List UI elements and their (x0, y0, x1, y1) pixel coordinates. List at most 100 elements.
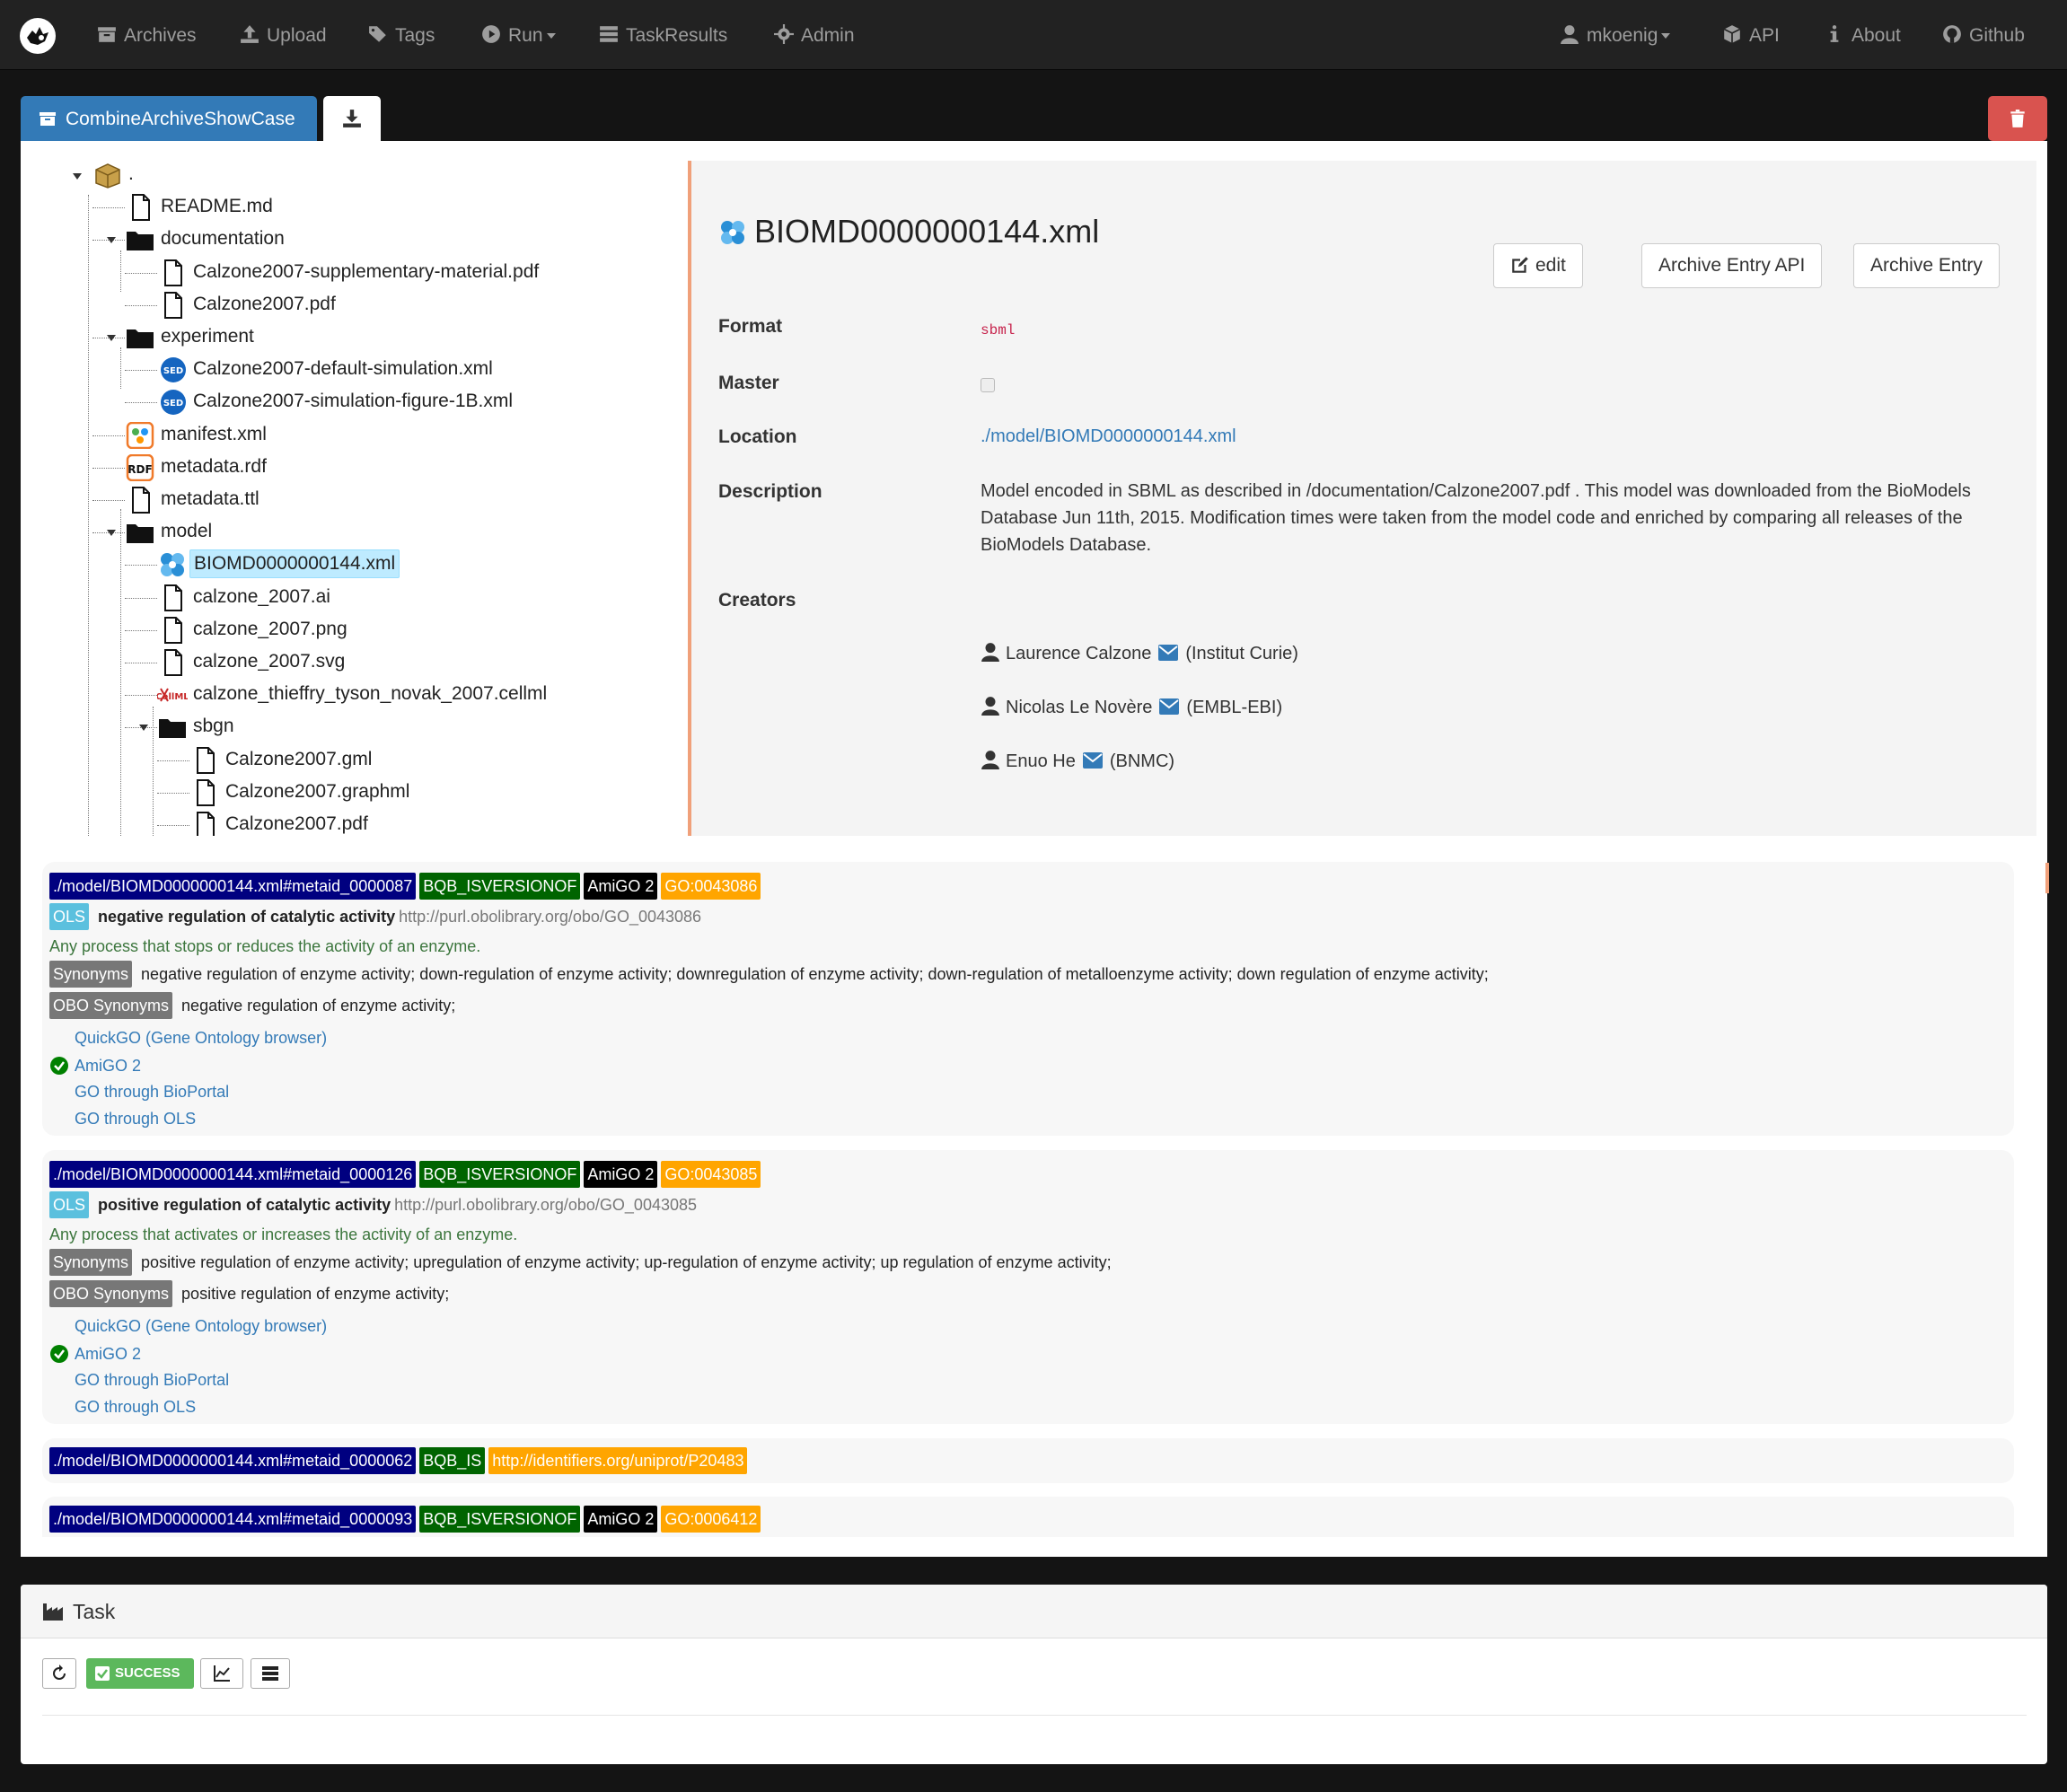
tree-node-label: Calzone2007.pdf (193, 293, 336, 314)
delete-archive-button[interactable] (1988, 96, 2047, 141)
bioportal-link[interactable]: GO through BioPortal (75, 1371, 229, 1390)
resource-label: GO:0043085 (661, 1161, 761, 1188)
trash-icon (2010, 110, 2025, 127)
nav-admin[interactable]: Admin (774, 0, 855, 70)
tree-node-label: README.md (161, 196, 273, 217)
sbml-icon (718, 218, 747, 247)
ols-label: OLS (49, 1191, 90, 1218)
refresh-button[interactable] (42, 1658, 76, 1689)
results-chart-button[interactable] (200, 1658, 243, 1689)
resource-label: http://identifiers.org/uniprot/P20483 (488, 1447, 748, 1474)
task-panel: Task SUCCESS (21, 1585, 2047, 1764)
edit-button[interactable]: edit (1493, 243, 1583, 288)
tree-expand-toggle[interactable] (107, 530, 116, 537)
file-icon (157, 291, 188, 319)
description-text: Model encoded in SBML as described in /d… (981, 481, 1971, 555)
tree-node-label: . (128, 163, 134, 184)
tree-guide (125, 629, 157, 631)
task-header: Task (21, 1585, 2047, 1638)
annotation-header: ./model/BIOMD0000000144.xml#metaid_00001… (49, 1161, 764, 1188)
resource-label: GO:0043086 (661, 873, 761, 900)
folder-icon (125, 519, 155, 546)
tree-node-label: BIOMD0000000144.xml (189, 549, 400, 579)
tree-node-label: calzone_thieffry_tyson_novak_2007.cellml (193, 683, 548, 705)
annotation-header: ./model/BIOMD0000000144.xml#metaid_00000… (49, 1506, 764, 1533)
sedml-icon: SED (157, 356, 188, 383)
svg-text:SED: SED (163, 399, 183, 408)
annotation-header: ./model/BIOMD0000000144.xml#metaid_00000… (49, 873, 764, 900)
svg-text:SED: SED (163, 366, 183, 376)
envelope-icon[interactable] (1159, 698, 1180, 715)
quickgo-link[interactable]: QuickGO (Gene Ontology browser) (75, 1317, 327, 1336)
tree-node-label: experiment (161, 326, 254, 347)
nav-upload[interactable]: Upload (240, 0, 327, 70)
cube-icon (1722, 24, 1742, 44)
tree-expand-toggle[interactable] (107, 237, 116, 244)
annotation-obo-synonyms: OBO Synonyms negative regulation of enzym… (49, 992, 455, 1019)
brand-logo[interactable] (20, 18, 56, 54)
tree-node-label: metadata.rdf (161, 455, 267, 477)
amigo-link[interactable]: AmiGO 2 (49, 1056, 141, 1076)
tree-node-label: Calzone2007.pdf (225, 813, 368, 834)
tree-guide (157, 760, 189, 761)
annotation-card: ./model/BIOMD0000000144.xml#metaid_00000… (42, 862, 2014, 1136)
nav-taskresults[interactable]: TaskResults (599, 0, 727, 70)
annotation-synonyms: Synonyms positive regulation of enzyme ac… (49, 1249, 1112, 1276)
scrollbar[interactable] (2045, 863, 2049, 893)
location-link[interactable]: ./model/BIOMD0000000144.xml (981, 423, 1236, 450)
annotation-definition: Any process that activates or increases … (49, 1225, 518, 1243)
industry-icon (42, 1602, 64, 1621)
archive-tab[interactable]: CombineArchiveShowCase (21, 96, 317, 141)
subject-label: ./model/BIOMD0000000144.xml#metaid_00000… (49, 1447, 417, 1474)
quickgo-link[interactable]: QuickGO (Gene Ontology browser) (75, 1029, 327, 1048)
tree-expand-toggle[interactable] (107, 335, 116, 341)
check-circle-icon (49, 1344, 69, 1364)
bioportal-link[interactable]: GO through BioPortal (75, 1083, 229, 1102)
annotation-card: ./model/BIOMD0000000144.xml#metaid_00000… (42, 1438, 2014, 1483)
creator-item: Laurence Calzone (Institut Curie) (981, 642, 1298, 664)
archive-entry-button[interactable]: Archive Entry (1853, 243, 2000, 288)
envelope-icon[interactable] (1082, 752, 1103, 769)
tree-guide (120, 347, 121, 389)
sedml-icon: SED (157, 389, 188, 416)
annotation-card: ./model/BIOMD0000000144.xml#metaid_00001… (42, 1150, 2014, 1424)
annotation-obo-synonyms: OBO Synonyms positive regulation of enzym… (49, 1280, 449, 1307)
download-button[interactable] (323, 96, 381, 141)
tree-expand-toggle[interactable] (73, 173, 82, 180)
package-icon (92, 162, 123, 189)
nav-archives[interactable]: Archives (97, 0, 197, 70)
amigo-link[interactable]: AmiGO 2 (49, 1344, 141, 1364)
nav-api[interactable]: API (1722, 0, 1780, 70)
qualifier-label: BQB_ISVERSIONOF (419, 1506, 581, 1533)
info-icon (1825, 24, 1844, 44)
manifest-icon (125, 421, 155, 449)
nav-tags[interactable]: Tags (368, 0, 435, 70)
subject-label: ./model/BIOMD0000000144.xml#metaid_00000… (49, 1506, 417, 1533)
tree-guide (125, 695, 157, 697)
tree-node-label: calzone_2007.png (193, 618, 347, 639)
rdf-icon: RDF (125, 453, 155, 481)
qualifier-label: BQB_ISVERSIONOF (419, 873, 581, 900)
archive-entry-api-button[interactable]: Archive Entry API (1641, 243, 1823, 288)
file-icon (189, 746, 220, 774)
nav-user-dropdown[interactable]: mkoenig (1560, 0, 1671, 70)
sbml-icon (157, 551, 188, 578)
format-value: sbml (981, 322, 1016, 338)
nav-run-dropdown[interactable]: Run (481, 0, 556, 70)
tree-expand-toggle[interactable] (139, 725, 148, 732)
line-chart-icon (214, 1665, 230, 1682)
ols-link[interactable]: GO through OLS (75, 1110, 196, 1129)
subject-label: ./model/BIOMD0000000144.xml#metaid_00000… (49, 873, 417, 900)
status-badge: SUCCESS (86, 1658, 194, 1689)
nav-about[interactable]: About (1825, 0, 1901, 70)
ols-link[interactable]: GO through OLS (75, 1398, 196, 1417)
format-label: Format (718, 316, 783, 337)
tree-node-label: Calzone2007-simulation-figure-1B.xml (193, 391, 513, 412)
results-table-button[interactable] (251, 1658, 290, 1689)
gear-icon (774, 24, 794, 44)
tree-guide (125, 304, 157, 306)
envelope-icon[interactable] (1158, 645, 1179, 661)
chevron-down-icon (1661, 33, 1671, 39)
nav-github[interactable]: Github (1942, 0, 2025, 70)
master-checkbox[interactable] (981, 378, 995, 392)
